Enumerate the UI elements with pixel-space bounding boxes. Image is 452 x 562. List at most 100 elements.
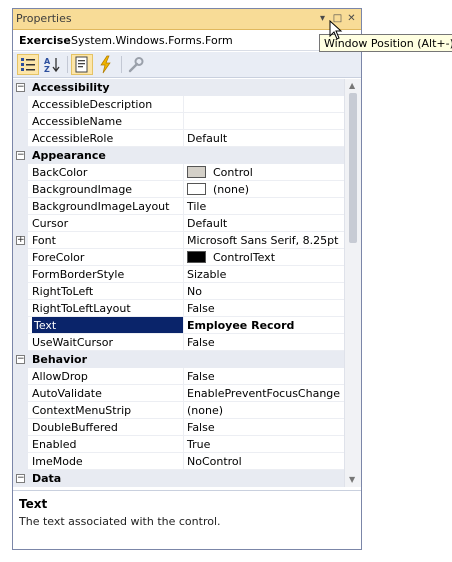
property-name: ImeMode — [32, 453, 184, 469]
property-value[interactable]: False — [185, 368, 343, 384]
lightning-bolt-icon — [100, 55, 111, 74]
property-value[interactable]: Default — [185, 130, 343, 146]
category-data[interactable]: − Data — [13, 470, 344, 487]
property-name: FormBorderStyle — [32, 266, 184, 282]
property-row[interactable]: AccessibleRole Default — [13, 130, 344, 147]
property-value[interactable]: Default — [185, 215, 343, 231]
property-name: ForeColor — [32, 249, 184, 265]
property-row[interactable]: ContextMenuStrip (none) — [13, 402, 344, 419]
property-row[interactable]: AllowDrop False — [13, 368, 344, 385]
events-button[interactable] — [95, 54, 117, 75]
window-title: Properties — [16, 12, 72, 25]
title-bar[interactable]: Properties ▾ □ ✕ — [13, 9, 361, 30]
property-row[interactable]: RightToLeft No — [13, 283, 344, 300]
property-row[interactable]: ImeMode NoControl — [13, 453, 344, 470]
alphabetical-button[interactable]: A Z — [41, 54, 63, 75]
property-value[interactable] — [185, 113, 343, 129]
property-value[interactable]: Employee Record — [185, 317, 343, 333]
property-name: BackgroundImage — [32, 181, 184, 197]
mouse-cursor-icon — [329, 20, 343, 40]
property-value[interactable]: EnablePreventFocusChange — [185, 385, 343, 401]
property-name: AllowDrop — [32, 368, 184, 384]
property-row[interactable]: + Font Microsoft Sans Serif, 8.25pt — [13, 232, 344, 249]
description-title: Text — [19, 497, 48, 511]
property-name: Font — [32, 232, 184, 248]
property-row[interactable]: BackgroundImageLayout Tile — [13, 198, 344, 215]
property-row[interactable]: FormBorderStyle Sizable — [13, 266, 344, 283]
property-value[interactable] — [185, 96, 343, 112]
property-value[interactable]: True — [185, 436, 343, 452]
category-label: Behavior — [32, 353, 88, 366]
scroll-up-icon[interactable]: ▲ — [349, 81, 355, 90]
category-accessibility[interactable]: − Accessibility — [13, 79, 344, 96]
property-pages-button[interactable] — [125, 54, 147, 75]
vertical-scrollbar[interactable]: ▲ ▼ — [344, 79, 361, 487]
property-name: ContextMenuStrip — [32, 402, 184, 418]
property-row[interactable]: ForeColor ControlText — [13, 249, 344, 266]
property-row-selected[interactable]: Text Employee Record — [13, 317, 344, 334]
scroll-down-icon[interactable]: ▼ — [349, 475, 355, 484]
property-row[interactable]: Cursor Default — [13, 215, 344, 232]
property-name: DoubleBuffered — [32, 419, 184, 435]
object-selector[interactable]: Exercise System.Windows.Forms.Form — [13, 31, 361, 51]
property-value[interactable]: NoControl — [185, 453, 343, 469]
object-name: Exercise — [19, 34, 71, 47]
category-label: Data — [32, 472, 62, 485]
collapse-icon[interactable]: − — [16, 474, 25, 483]
property-value[interactable]: No — [185, 283, 343, 299]
description-text: The text associated with the control. — [19, 515, 221, 528]
property-value[interactable]: Microsoft Sans Serif, 8.25pt — [185, 232, 343, 248]
property-value[interactable]: Tile — [185, 198, 343, 214]
properties-page-icon — [75, 56, 88, 73]
category-label: Accessibility — [32, 81, 110, 94]
property-row[interactable]: DoubleBuffered False — [13, 419, 344, 436]
svg-text:Z: Z — [44, 65, 50, 74]
properties-button[interactable] — [71, 54, 93, 75]
property-name: Cursor — [32, 215, 184, 231]
description-pane: Text The text associated with the contro… — [13, 490, 361, 549]
properties-window: Properties ▾ □ ✕ Exercise System.Windows… — [12, 8, 362, 550]
property-row[interactable]: RightToLeftLayout False — [13, 300, 344, 317]
property-name: RightToLeft — [32, 283, 184, 299]
property-row[interactable]: AutoValidate EnablePreventFocusChange — [13, 385, 344, 402]
property-value[interactable]: ControlText — [185, 249, 343, 265]
property-value[interactable]: Control — [185, 164, 343, 180]
property-row[interactable]: UseWaitCursor False — [13, 334, 344, 351]
categorized-button[interactable] — [17, 54, 39, 75]
property-value[interactable]: False — [185, 419, 343, 435]
property-value[interactable]: (none) — [185, 402, 343, 418]
category-behavior[interactable]: − Behavior — [13, 351, 344, 368]
property-name: RightToLeftLayout — [32, 300, 184, 316]
color-swatch — [187, 251, 206, 263]
property-name: AccessibleName — [32, 113, 184, 129]
property-grid: − Accessibility AccessibleDescription Ac… — [13, 79, 344, 487]
property-row[interactable]: Enabled True — [13, 436, 344, 453]
expand-icon[interactable]: + — [16, 236, 25, 245]
properties-toolbar: A Z — [13, 52, 361, 78]
categorized-icon — [21, 58, 35, 71]
scroll-thumb[interactable] — [349, 93, 357, 243]
property-name: Text — [32, 317, 184, 333]
value-text: ControlText — [213, 251, 276, 264]
toolbar-separator — [121, 56, 122, 73]
window-position-button[interactable]: ▾ — [316, 12, 329, 25]
property-row[interactable]: AccessibleDescription — [13, 96, 344, 113]
property-name: Enabled — [32, 436, 184, 452]
property-row[interactable]: AccessibleName — [13, 113, 344, 130]
property-row[interactable]: BackgroundImage (none) — [13, 181, 344, 198]
property-value[interactable]: Sizable — [185, 266, 343, 282]
category-appearance[interactable]: − Appearance — [13, 147, 344, 164]
category-label: Appearance — [32, 149, 106, 162]
property-value[interactable]: False — [185, 300, 343, 316]
property-name: BackColor — [32, 164, 184, 180]
property-value[interactable]: False — [185, 334, 343, 350]
property-row[interactable]: BackColor Control — [13, 164, 344, 181]
collapse-icon[interactable]: − — [16, 355, 25, 364]
property-name: BackgroundImageLayout — [32, 198, 184, 214]
close-button[interactable]: ✕ — [345, 12, 358, 25]
property-name: UseWaitCursor — [32, 334, 184, 350]
collapse-icon[interactable]: − — [16, 83, 25, 92]
property-value[interactable]: (none) — [185, 181, 343, 197]
toolbar-separator — [67, 56, 68, 73]
collapse-icon[interactable]: − — [16, 151, 25, 160]
